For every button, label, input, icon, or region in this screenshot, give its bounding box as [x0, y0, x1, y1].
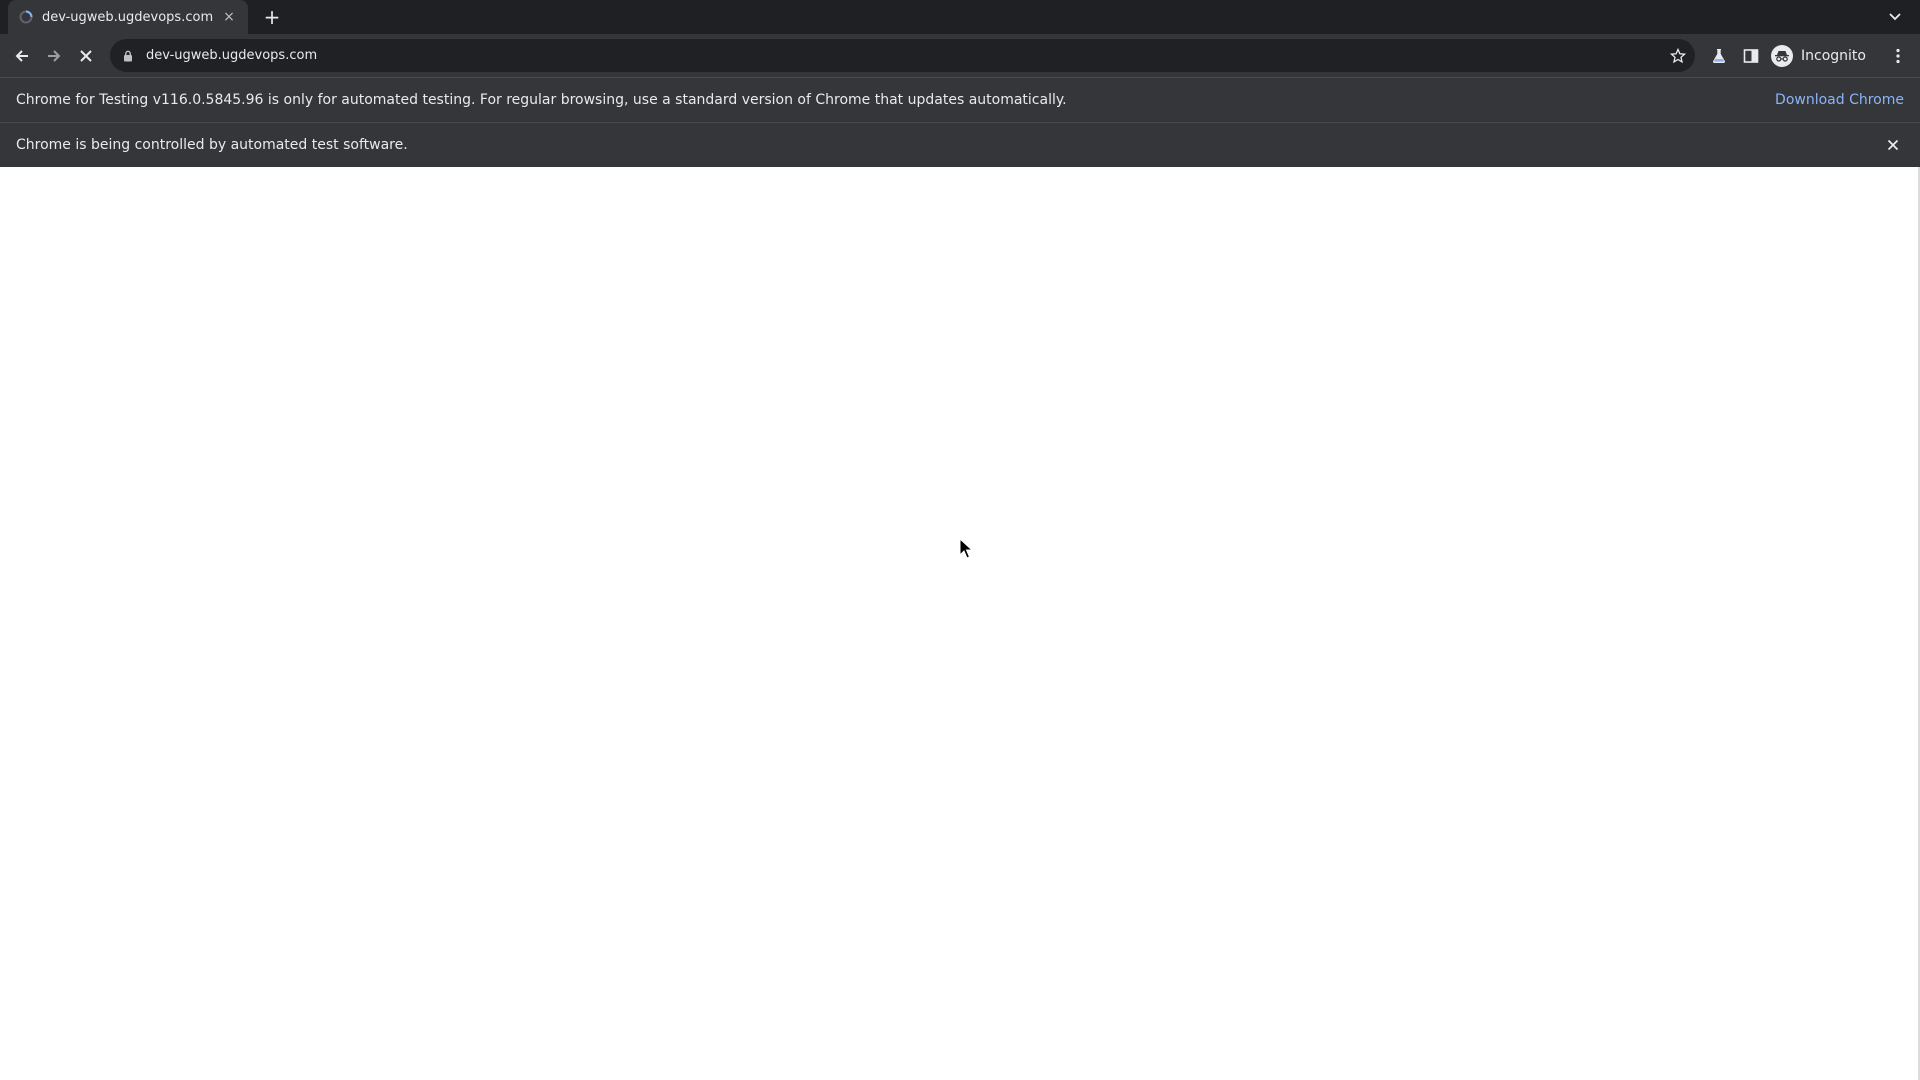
forward-button[interactable]	[40, 42, 68, 70]
page-content[interactable]	[0, 167, 1920, 1080]
automation-notice-text: Chrome is being controlled by automated …	[16, 137, 408, 153]
incognito-icon	[1771, 45, 1793, 67]
toolbar: dev-ugweb.ugdevops.com Incognito	[0, 34, 1920, 77]
address-bar[interactable]: dev-ugweb.ugdevops.com	[110, 39, 1695, 72]
chevron-down-icon	[1889, 13, 1901, 21]
testing-infobar: Chrome for Testing v116.0.5845.96 is onl…	[0, 77, 1920, 122]
browser-tab[interactable]: dev-ugweb.ugdevops.com ×	[8, 0, 248, 34]
labs-button[interactable]	[1705, 42, 1733, 70]
bookmark-star-button[interactable]	[1665, 43, 1691, 69]
kebab-menu-icon	[1896, 48, 1900, 64]
testing-notice-text: Chrome for Testing v116.0.5845.96 is onl…	[16, 92, 1067, 108]
star-icon	[1670, 47, 1686, 63]
tab-search-button[interactable]	[1884, 6, 1906, 28]
url-text[interactable]: dev-ugweb.ugdevops.com	[146, 48, 1665, 63]
side-panel-button[interactable]	[1737, 42, 1765, 70]
download-chrome-link[interactable]: Download Chrome	[1775, 92, 1904, 108]
tab-strip: dev-ugweb.ugdevops.com × +	[0, 0, 1920, 34]
flask-icon	[1712, 49, 1726, 63]
arrow-left-icon	[15, 50, 28, 62]
arrow-right-icon	[48, 50, 61, 62]
automation-infobar: Chrome is being controlled by automated …	[0, 122, 1920, 167]
menu-button[interactable]	[1884, 42, 1912, 70]
loading-favicon-icon	[18, 9, 34, 25]
lock-icon[interactable]	[120, 48, 136, 64]
tab-title: dev-ugweb.ugdevops.com	[42, 9, 214, 25]
stop-loading-icon	[80, 50, 92, 62]
back-button[interactable]	[8, 42, 36, 70]
new-tab-button[interactable]: +	[260, 5, 284, 29]
close-infobar-button[interactable]	[1882, 134, 1904, 156]
tab-close-button[interactable]: ×	[220, 8, 238, 26]
close-icon	[1887, 139, 1899, 151]
profile-label: Incognito	[1801, 48, 1866, 64]
incognito-profile-button[interactable]: Incognito	[1765, 41, 1876, 71]
mouse-cursor-icon	[959, 538, 973, 559]
stop-loading-button[interactable]	[72, 42, 100, 70]
side-panel-icon	[1743, 49, 1759, 63]
